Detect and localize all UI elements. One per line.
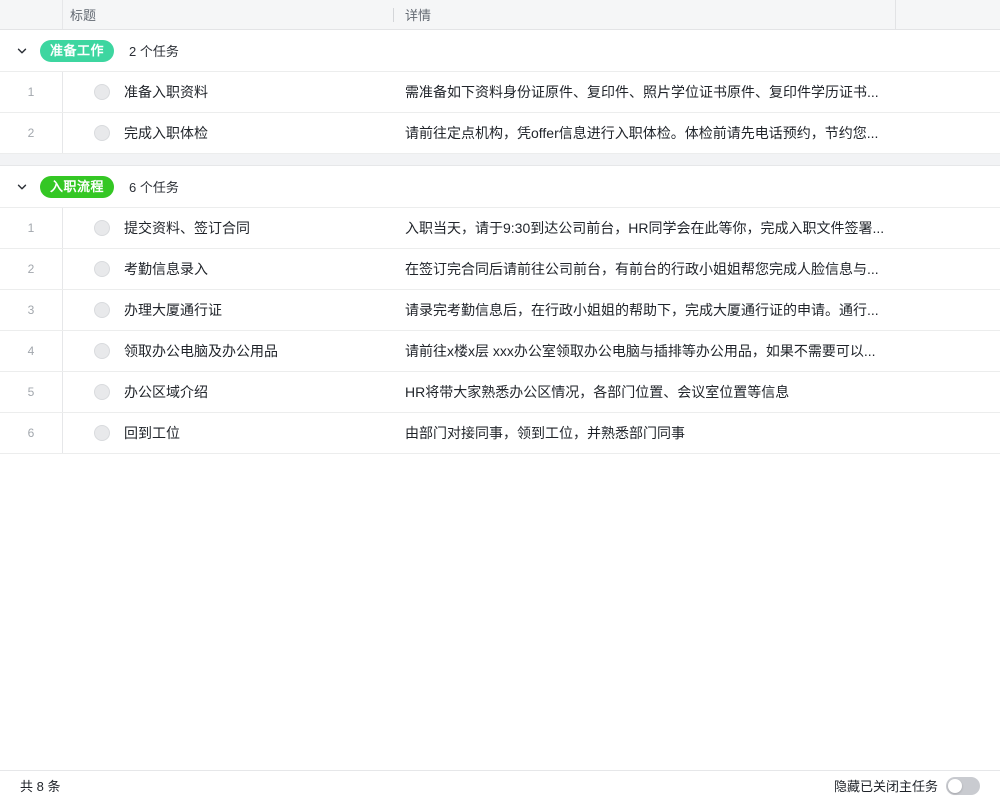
task-title: 办公区域介绍 <box>124 382 208 402</box>
task-detail-cell: 请前往定点机构，凭offer信息进行入职体检。体检前请先电话预约，节约您... <box>393 113 1000 153</box>
task-title-cell: 提交资料、签订合同 <box>63 208 393 248</box>
row-number-cell: 2 <box>0 113 63 153</box>
task-title-cell: 考勤信息录入 <box>63 249 393 289</box>
task-checkbox-icon[interactable] <box>94 261 110 277</box>
row-number-cell: 4 <box>0 331 63 371</box>
column-header-detail[interactable]: 详情 <box>393 0 895 29</box>
row-number-cell: 1 <box>0 208 63 248</box>
group-name-badge: 准备工作 <box>40 40 114 62</box>
task-title-cell: 回到工位 <box>63 413 393 453</box>
row-number-cell: 6 <box>0 413 63 453</box>
task-title: 领取办公电脑及办公用品 <box>124 341 278 361</box>
row-number: 2 <box>28 262 35 276</box>
row-number-cell: 1 <box>0 72 63 112</box>
group-list: 准备工作 2 个任务 1 准备入职资料 需准备如下资料身份证原件、复印件、照片学位证书原… <box>0 30 1000 454</box>
group-header-row[interactable]: 入职流程 6 个任务 <box>0 166 1000 208</box>
task-row[interactable]: 1 提交资料、签订合同 入职当天，请于9:30到达公司前台，HR同学会在此等你，完成… <box>0 208 1000 249</box>
row-number-cell: 2 <box>0 249 63 289</box>
task-title-cell: 准备入职资料 <box>63 72 393 112</box>
row-number: 3 <box>28 303 35 317</box>
header-gutter <box>0 0 63 29</box>
column-header-title[interactable]: 标题 <box>63 0 393 29</box>
hide-closed-tasks-label: 隐藏已关闭主任务 <box>834 776 938 795</box>
task-detail-cell: 入职当天，请于9:30到达公司前台，HR同学会在此等你，完成入职文件签署... <box>393 208 1000 248</box>
task-title: 提交资料、签订合同 <box>124 218 250 238</box>
task-row[interactable]: 6 回到工位 由部门对接同事，领到工位，并熟悉部门同事 <box>0 413 1000 454</box>
task-grid-view: 标题 详情 准备工作 2 个任务 1 准备入职资料 需准备如下资料身份证原件、复印件、照… <box>0 0 1000 800</box>
task-detail-cell: 在签订完合同后请前往公司前台，有前台的行政小姐姐帮您完成人脸信息与... <box>393 249 1000 289</box>
row-number: 4 <box>28 344 35 358</box>
task-checkbox-icon[interactable] <box>94 425 110 441</box>
toggle-knob <box>948 779 962 793</box>
task-checkbox-icon[interactable] <box>94 125 110 141</box>
hide-closed-tasks-toggle[interactable] <box>946 777 980 795</box>
task-group: 准备工作 2 个任务 1 准备入职资料 需准备如下资料身份证原件、复印件、照片学位证书原… <box>0 30 1000 154</box>
row-number: 1 <box>28 221 35 235</box>
task-checkbox-icon[interactable] <box>94 384 110 400</box>
task-checkbox-icon[interactable] <box>94 84 110 100</box>
column-header-extra <box>895 0 1000 29</box>
task-title-cell: 办公区域介绍 <box>63 372 393 412</box>
chevron-down-icon[interactable] <box>12 177 32 197</box>
task-row[interactable]: 4 领取办公电脑及办公用品 请前往x楼x层 xxx办公室领取办公电脑与插排等办公用品… <box>0 331 1000 372</box>
row-number: 5 <box>28 385 35 399</box>
row-number: 1 <box>28 85 35 99</box>
group-task-count: 2 个任务 <box>129 41 179 60</box>
total-count-label: 共 8 条 <box>20 776 60 795</box>
column-divider <box>393 8 394 22</box>
task-title-cell: 完成入职体检 <box>63 113 393 153</box>
row-number-cell: 5 <box>0 372 63 412</box>
task-detail: 需准备如下资料身份证原件、复印件、照片学位证书原件、复印件学历证书... <box>405 82 879 102</box>
group-gap <box>0 154 1000 166</box>
task-title-cell: 办理大厦通行证 <box>63 290 393 330</box>
task-checkbox-icon[interactable] <box>94 220 110 236</box>
group-header-row[interactable]: 准备工作 2 个任务 <box>0 30 1000 72</box>
column-header-title-label: 标题 <box>70 5 96 24</box>
task-detail: 请录完考勤信息后，在行政小姐姐的帮助下，完成大厦通行证的申请。通行... <box>405 300 879 320</box>
task-title: 办理大厦通行证 <box>124 300 222 320</box>
task-detail-cell: 请录完考勤信息后，在行政小姐姐的帮助下，完成大厦通行证的申请。通行... <box>393 290 1000 330</box>
chevron-down-icon[interactable] <box>12 41 32 61</box>
task-title: 回到工位 <box>124 423 180 443</box>
task-checkbox-icon[interactable] <box>94 302 110 318</box>
task-row[interactable]: 5 办公区域介绍 HR将带大家熟悉办公区情况，各部门位置、会议室位置等信息 <box>0 372 1000 413</box>
task-title: 完成入职体检 <box>124 123 208 143</box>
task-title-cell: 领取办公电脑及办公用品 <box>63 331 393 371</box>
task-checkbox-icon[interactable] <box>94 343 110 359</box>
row-number-cell: 3 <box>0 290 63 330</box>
group-name-badge: 入职流程 <box>40 176 114 198</box>
task-detail-cell: 需准备如下资料身份证原件、复印件、照片学位证书原件、复印件学历证书... <box>393 72 1000 112</box>
task-row[interactable]: 1 准备入职资料 需准备如下资料身份证原件、复印件、照片学位证书原件、复印件学历证书… <box>0 72 1000 113</box>
task-detail: 请前往定点机构，凭offer信息进行入职体检。体检前请先电话预约，节约您... <box>405 123 878 143</box>
task-detail: 请前往x楼x层 xxx办公室领取办公电脑与插排等办公用品，如果不需要可以... <box>405 341 876 361</box>
task-detail: 由部门对接同事，领到工位，并熟悉部门同事 <box>405 423 685 443</box>
task-title: 准备入职资料 <box>124 82 208 102</box>
task-detail: 入职当天，请于9:30到达公司前台，HR同学会在此等你，完成入职文件签署... <box>405 218 884 238</box>
task-row[interactable]: 2 考勤信息录入 在签订完合同后请前往公司前台，有前台的行政小姐姐帮您完成人脸信息与… <box>0 249 1000 290</box>
table-header: 标题 详情 <box>0 0 1000 30</box>
column-header-detail-label: 详情 <box>405 5 431 24</box>
row-number: 6 <box>28 426 35 440</box>
task-detail: 在签订完合同后请前往公司前台，有前台的行政小姐姐帮您完成人脸信息与... <box>405 259 879 279</box>
task-detail-cell: HR将带大家熟悉办公区情况，各部门位置、会议室位置等信息 <box>393 372 1000 412</box>
row-number: 2 <box>28 126 35 140</box>
task-detail-cell: 请前往x楼x层 xxx办公室领取办公电脑与插排等办公用品，如果不需要可以... <box>393 331 1000 371</box>
task-row[interactable]: 2 完成入职体检 请前往定点机构，凭offer信息进行入职体检。体检前请先电话预约，… <box>0 113 1000 154</box>
task-row[interactable]: 3 办理大厦通行证 请录完考勤信息后，在行政小姐姐的帮助下，完成大厦通行证的申请。通… <box>0 290 1000 331</box>
task-detail-cell: 由部门对接同事，领到工位，并熟悉部门同事 <box>393 413 1000 453</box>
group-task-count: 6 个任务 <box>129 177 179 196</box>
task-title: 考勤信息录入 <box>124 259 208 279</box>
task-group: 入职流程 6 个任务 1 提交资料、签订合同 入职当天，请于9:30到达公司前台，HR同… <box>0 166 1000 454</box>
footer-bar: 共 8 条 隐藏已关闭主任务 <box>0 770 1000 800</box>
task-detail: HR将带大家熟悉办公区情况，各部门位置、会议室位置等信息 <box>405 382 789 402</box>
footer-toggle-group: 隐藏已关闭主任务 <box>834 776 980 795</box>
